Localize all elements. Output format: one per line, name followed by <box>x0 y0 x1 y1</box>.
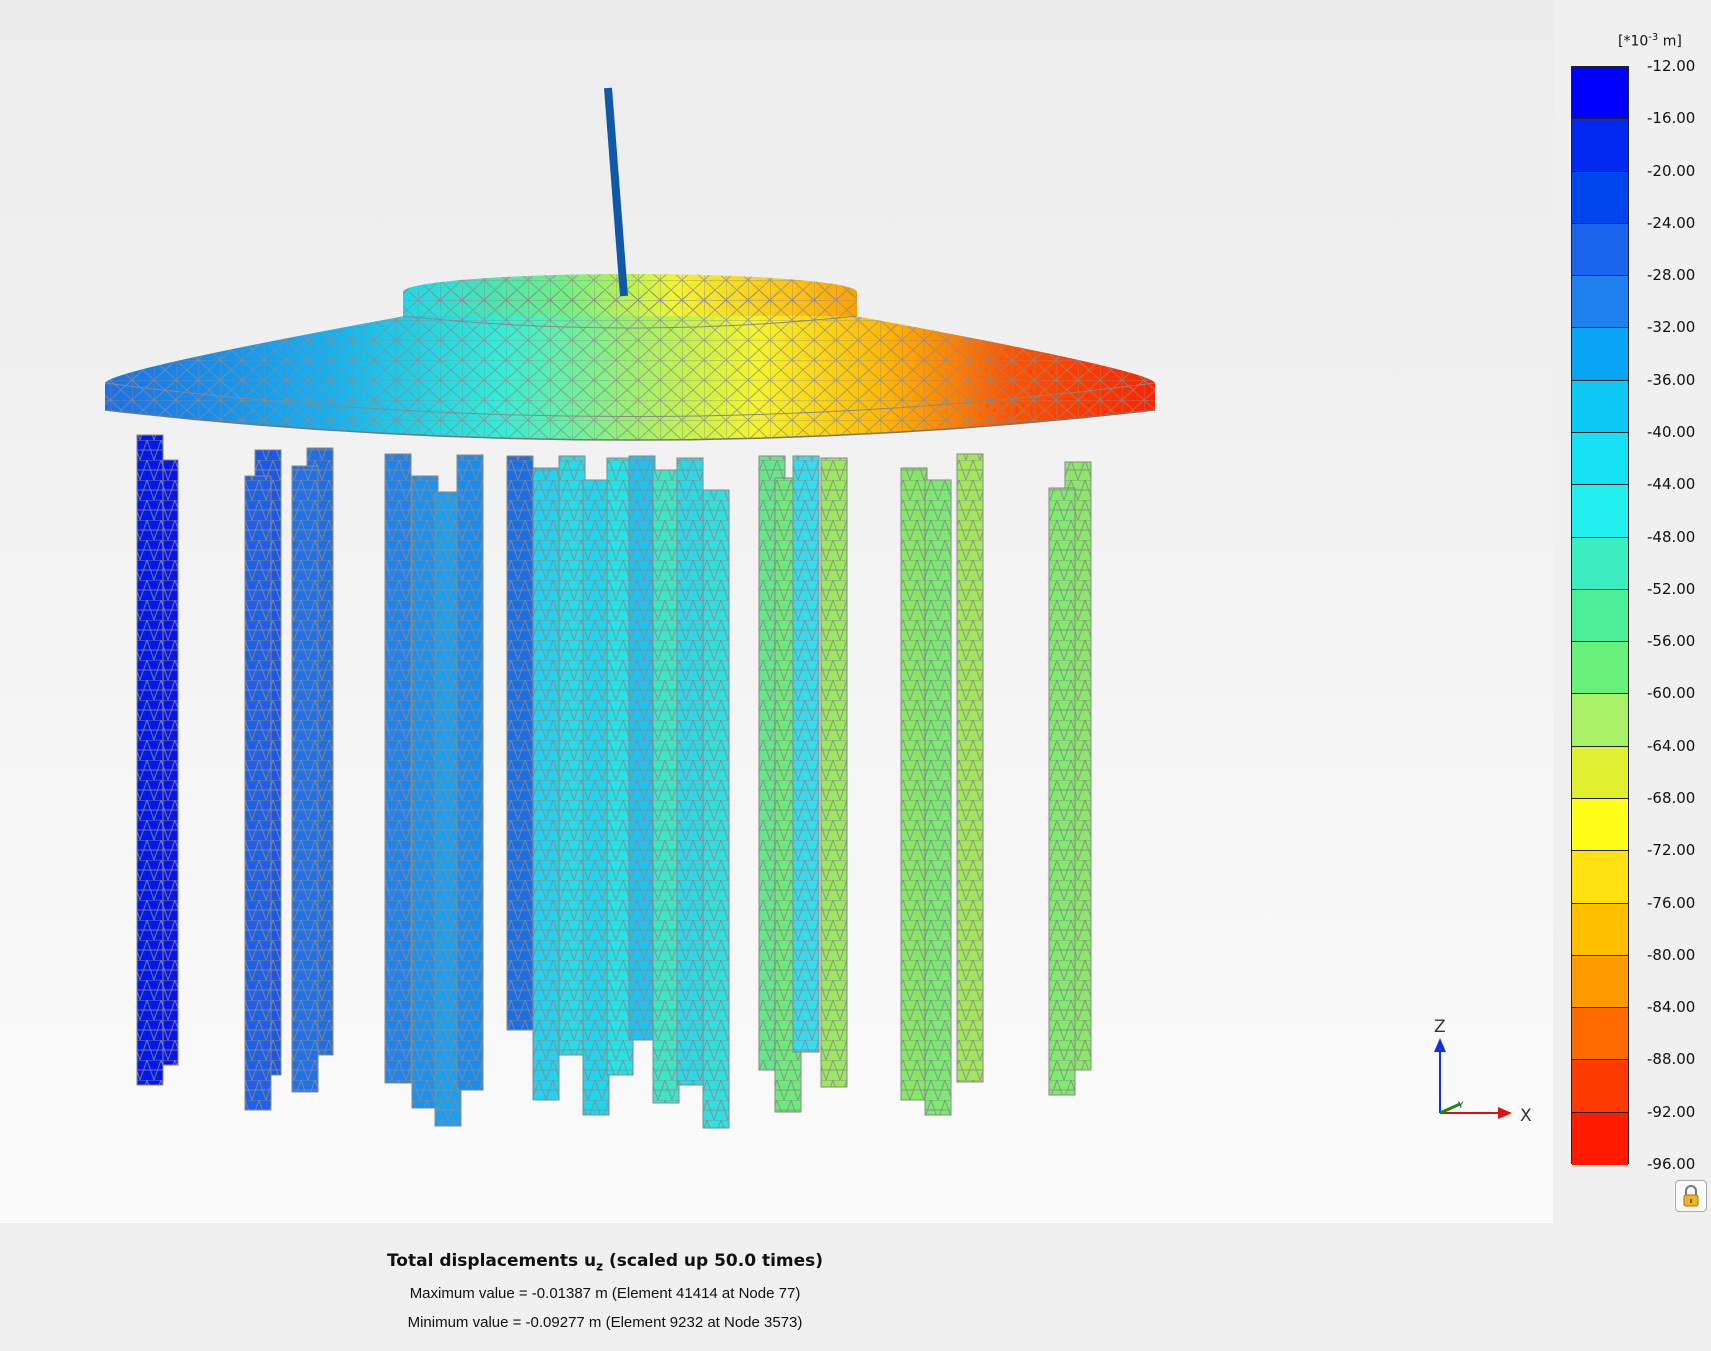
legend-tick-label: -48.00 <box>1647 527 1696 546</box>
legend-tick-label: -28.00 <box>1647 266 1696 285</box>
legend-band <box>1572 1112 1628 1165</box>
caption-max-value: Maximum value = -0.01387 m (Element 4141… <box>409 1285 801 1303</box>
axis-triad: Z Y X <box>1434 1017 1532 1126</box>
legend-band <box>1572 433 1628 486</box>
legend-band <box>1572 537 1628 590</box>
legend-tick-label: -92.00 <box>1647 1102 1696 1121</box>
legend-band <box>1572 955 1628 1009</box>
legend-tick-label: -88.00 <box>1647 1050 1696 1069</box>
lock-icon <box>1683 1185 1699 1207</box>
legend-band <box>1572 223 1628 277</box>
axis-label-x: X <box>1520 1106 1532 1126</box>
legend-tick-label: -96.00 <box>1647 1155 1696 1173</box>
result-caption: Total displacements uz (scaled up 50.0 t… <box>0 1223 1210 1351</box>
pile-mesh <box>793 456 819 1052</box>
legend-band <box>1572 171 1628 224</box>
legend-tick-label: -84.00 <box>1647 998 1696 1017</box>
legend-tick-label: -20.00 <box>1647 161 1696 180</box>
legend-tick-label: -60.00 <box>1647 684 1696 703</box>
pile-mesh <box>677 458 703 1085</box>
legend-band <box>1572 1060 1628 1113</box>
model-3d-view[interactable]: Z Y X <box>0 0 1553 1223</box>
legend-band <box>1572 328 1628 381</box>
legend-band <box>1572 642 1628 695</box>
legend-band <box>1572 851 1628 904</box>
pile-mesh <box>583 480 609 1115</box>
caption-min-value: Minimum value = -0.09277 m (Element 9232… <box>407 1314 803 1332</box>
pile-mesh <box>653 470 679 1103</box>
pile-mesh <box>703 490 729 1128</box>
pile-mesh <box>137 435 163 1085</box>
piles-group <box>136 434 1092 1129</box>
model-viewport[interactable]: Z Y X <box>0 0 1553 1223</box>
pile-mesh <box>292 466 318 1092</box>
axis-label-y: Y <box>1457 1101 1464 1111</box>
legend-band <box>1572 589 1628 643</box>
legend-band <box>1572 746 1628 799</box>
legend-band <box>1572 380 1628 433</box>
legend-tick-label: -64.00 <box>1647 736 1696 755</box>
legend-tick-label: -76.00 <box>1647 893 1696 912</box>
legend-band <box>1572 485 1628 538</box>
legend-band <box>1572 119 1628 172</box>
pile-mesh <box>925 480 951 1115</box>
legend-tick-label: -80.00 <box>1647 945 1696 964</box>
legend-panel: [*10-3 m] -12.00 -16.00 -20.00 -24.00 -28.00… <box>1553 0 1711 1223</box>
legend-tick-label: -68.00 <box>1647 789 1696 807</box>
column-line <box>604 87 628 297</box>
legend-colorbar <box>1571 66 1629 1165</box>
caption-title: Total displacements uz (scaled up 50.0 t… <box>386 1251 824 1274</box>
pile-mesh <box>957 454 983 1082</box>
pile-mesh <box>533 468 559 1100</box>
pile-mesh <box>1049 488 1075 1095</box>
pile-mesh <box>559 456 585 1055</box>
pile-mesh <box>412 476 438 1108</box>
pile-mesh <box>821 458 847 1087</box>
axis-label-z: Z <box>1434 1017 1446 1037</box>
legend-tick-label: -56.00 <box>1647 632 1696 651</box>
pile-cap <box>104 274 1156 441</box>
pile-mesh <box>629 456 655 1040</box>
legend-tick-label: -32.00 <box>1647 318 1696 337</box>
lock-legend-button[interactable] <box>1675 1180 1707 1212</box>
legend-band <box>1572 1008 1628 1061</box>
legend-tick-label: -72.00 <box>1647 841 1696 860</box>
pile-mesh <box>457 455 483 1090</box>
legend-band <box>1572 799 1628 852</box>
legend-tick-label: -16.00 <box>1647 109 1696 128</box>
legend-band <box>1572 67 1628 120</box>
legend-band <box>1572 903 1628 956</box>
pile-mesh <box>901 468 927 1100</box>
pile-mesh <box>385 454 411 1083</box>
legend-unit-label: [*10-3 m] <box>1618 32 1682 50</box>
legend-band <box>1572 276 1628 329</box>
legend-tick-label: -24.00 <box>1647 213 1696 232</box>
pile-mesh <box>507 456 533 1030</box>
legend-tick-label: -40.00 <box>1647 423 1696 441</box>
pile-mesh <box>245 476 271 1110</box>
legend-tick-label: -44.00 <box>1647 475 1696 494</box>
legend-tick-label: -12.00 <box>1647 57 1696 75</box>
legend-tick-label: -36.00 <box>1647 370 1696 389</box>
legend-band <box>1572 694 1628 747</box>
legend-tick-label: -52.00 <box>1647 579 1696 598</box>
